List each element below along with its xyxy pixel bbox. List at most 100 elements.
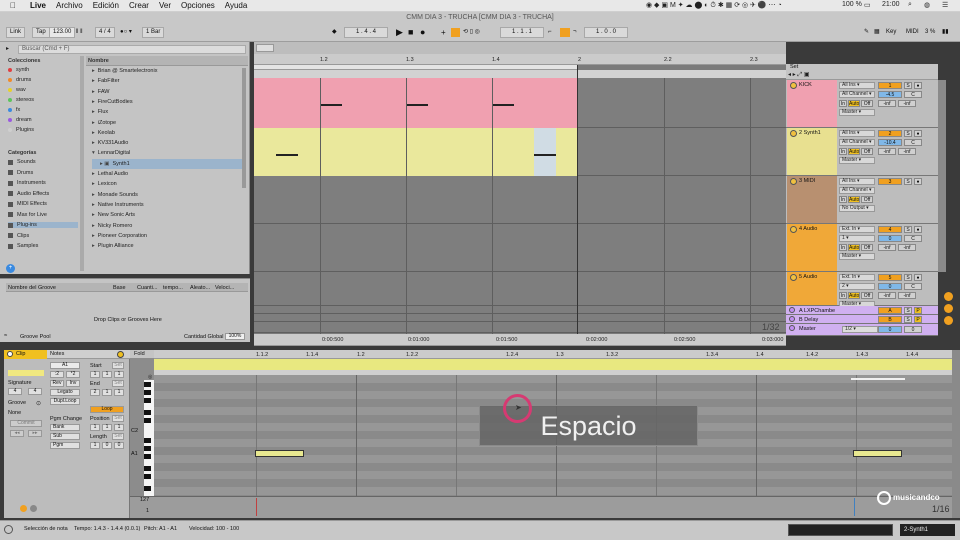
tempo-field[interactable]: 123.00 [49, 27, 76, 38]
launch-box-icon[interactable] [20, 505, 27, 512]
input-channel-select[interactable]: 2 ▾ [839, 283, 875, 290]
groove-col-name[interactable]: Nombre del Groove [8, 285, 56, 291]
monitor-auto-button[interactable]: Auto [848, 100, 860, 107]
fold-button[interactable]: Fold [134, 351, 145, 357]
commit-button[interactable]: Commit [10, 420, 42, 427]
return-post-button[interactable]: P [914, 307, 922, 314]
arm-icon[interactable]: ● [914, 274, 922, 281]
groove-col-base[interactable]: Base [113, 285, 126, 291]
groove-next-icon[interactable]: ▸▸ [28, 430, 42, 437]
monitor-off-button[interactable]: Off [861, 100, 873, 107]
tap-button[interactable]: Tap [32, 27, 50, 38]
computer-keyboard-icon[interactable]: ▦ [874, 27, 880, 38]
monitor-auto-button[interactable]: Auto [848, 244, 860, 251]
folder-expand-icon[interactable]: ▸ [92, 99, 95, 105]
return-post-button[interactable]: P [914, 316, 922, 323]
clip-activator-icon[interactable] [7, 351, 13, 357]
global-amount-field[interactable]: 100% [225, 333, 245, 340]
groove-prev-icon[interactable]: ◂◂ [10, 430, 24, 437]
solo-button[interactable]: S [904, 82, 912, 89]
input-channel-select[interactable]: All Channel ▾ [839, 91, 875, 98]
song-position[interactable]: 1 . 4 . 4 [344, 27, 388, 38]
output-select[interactable]: No Output ▾ [839, 205, 875, 212]
position-bar[interactable]: 1 [90, 424, 100, 431]
folder-expand-icon[interactable]: ▸ [92, 89, 95, 95]
lane-kick[interactable] [254, 78, 786, 128]
sidebar-item-instruments[interactable]: Instruments [8, 180, 78, 186]
quantize-select[interactable]: 1 Bar [142, 27, 165, 38]
menu-ver[interactable]: Ver [159, 1, 171, 10]
start-sixteenth[interactable]: 1 [114, 371, 124, 378]
folder-expand-icon[interactable]: ▸ [92, 202, 95, 208]
time-ruler[interactable]: 0:00:500 0:01:000 0:01:500 0:02:000 0:02… [254, 334, 786, 346]
browser-item[interactable]: ▸ FAW [92, 87, 242, 97]
folder-expand-icon[interactable]: ▸ [92, 233, 95, 239]
return-track[interactable]: Master 1/2 ▾ 0 0 [786, 324, 938, 336]
monitor-off-button[interactable]: Off [861, 148, 873, 155]
arm-icon[interactable]: ● [914, 226, 922, 233]
lane-audio-4[interactable] [254, 224, 786, 272]
input-type-select[interactable]: Ext. In ▾ [839, 226, 875, 233]
nudge-icon[interactable]: ‖ ‖ [76, 27, 83, 38]
lane-midi[interactable] [254, 176, 786, 224]
end-bar[interactable]: 2 [90, 389, 100, 396]
editor-ruler[interactable]: 1.1.2 1.1.4 1.2 1.2.2 1.2.4 1.3 1.3.2 1.… [154, 350, 952, 359]
invert-button[interactable]: Inv [66, 380, 80, 387]
return-solo-button[interactable]: S [904, 316, 912, 323]
folder-expand-icon[interactable]: ▸ [92, 78, 95, 84]
position-beat[interactable]: 1 [102, 424, 112, 431]
folder-expand-icon[interactable]: ▸ [92, 223, 95, 229]
input-channel-select[interactable]: All Channel ▾ [839, 187, 875, 194]
end-sixteenth[interactable]: 1 [114, 389, 124, 396]
sidebar-item-audio-effects[interactable]: Audio Effects [8, 191, 78, 197]
lane-audio-5[interactable] [254, 272, 786, 306]
menu-crear[interactable]: Crear [129, 1, 149, 10]
collection-item-wav[interactable]: wav [8, 87, 26, 93]
lane-master[interactable] [254, 322, 786, 333]
track-power-icon[interactable] [790, 274, 797, 281]
name-column-header[interactable]: Nombre [88, 58, 109, 64]
position-sixteenth[interactable]: 1 [114, 424, 124, 431]
track-power-icon[interactable] [790, 82, 797, 89]
note-name-field[interactable]: A1 [50, 362, 80, 369]
monitor-off-button[interactable]: Off [861, 244, 873, 251]
io-toggle-icon[interactable] [944, 316, 953, 325]
start-set-button[interactable]: Set [112, 362, 124, 369]
folder-expand-icon[interactable]: ▸ [92, 181, 95, 187]
folder-expand-icon[interactable]: ▸ [92, 130, 95, 136]
track-header[interactable]: 3 MIDI [787, 176, 837, 223]
pan-field[interactable]: C [904, 283, 922, 290]
browser-toggle-icon[interactable]: ▸ [6, 45, 9, 52]
return-track[interactable]: A LXPChambe A S P [786, 306, 938, 315]
pan-field[interactable]: C [904, 139, 922, 146]
sub-field[interactable]: Sub [50, 433, 80, 440]
folder-expand-icon[interactable]: ▾ [92, 150, 95, 156]
monitor-in-button[interactable]: In [839, 148, 847, 155]
length-beat[interactable]: 0 [102, 442, 112, 449]
sig-numerator[interactable]: 4 [8, 388, 22, 395]
solo-button[interactable]: S [904, 178, 912, 185]
groove-col-timing[interactable]: tempo... [163, 285, 183, 291]
volume-field[interactable]: 0 [878, 235, 902, 242]
mixer-scrollbar[interactable] [938, 80, 946, 272]
clip-kick[interactable] [254, 78, 577, 128]
key-map-button[interactable]: Key [886, 27, 896, 38]
monitor-auto-button[interactable]: Auto [848, 292, 860, 299]
lane-return-b[interactable] [254, 314, 786, 322]
input-type-select[interactable]: Ext. In ▾ [839, 274, 875, 281]
end-set-button[interactable]: Set [112, 380, 124, 387]
groove-col-velocity[interactable]: Veloci... [215, 285, 234, 291]
output-select[interactable]: Master ▾ [839, 253, 875, 260]
groove-col-random[interactable]: Aleato... [190, 285, 210, 291]
monitor-in-button[interactable]: In [839, 100, 847, 107]
return-toggle-icon[interactable] [944, 292, 953, 301]
bank-field[interactable]: Bank [50, 424, 80, 431]
groove-col-quantize[interactable]: Cuanti... [137, 285, 157, 291]
return-letter-button[interactable]: B [878, 316, 902, 323]
sidebar-item-sounds[interactable]: Sounds [8, 159, 78, 165]
arm-icon[interactable]: ● [914, 178, 922, 185]
loop-button[interactable]: Loop [90, 406, 124, 413]
loop-start-field[interactable]: 1 . 1 . 1 [500, 27, 544, 38]
end-beat[interactable]: 1 [102, 389, 112, 396]
volume-field[interactable]: -4.5 [878, 91, 902, 98]
